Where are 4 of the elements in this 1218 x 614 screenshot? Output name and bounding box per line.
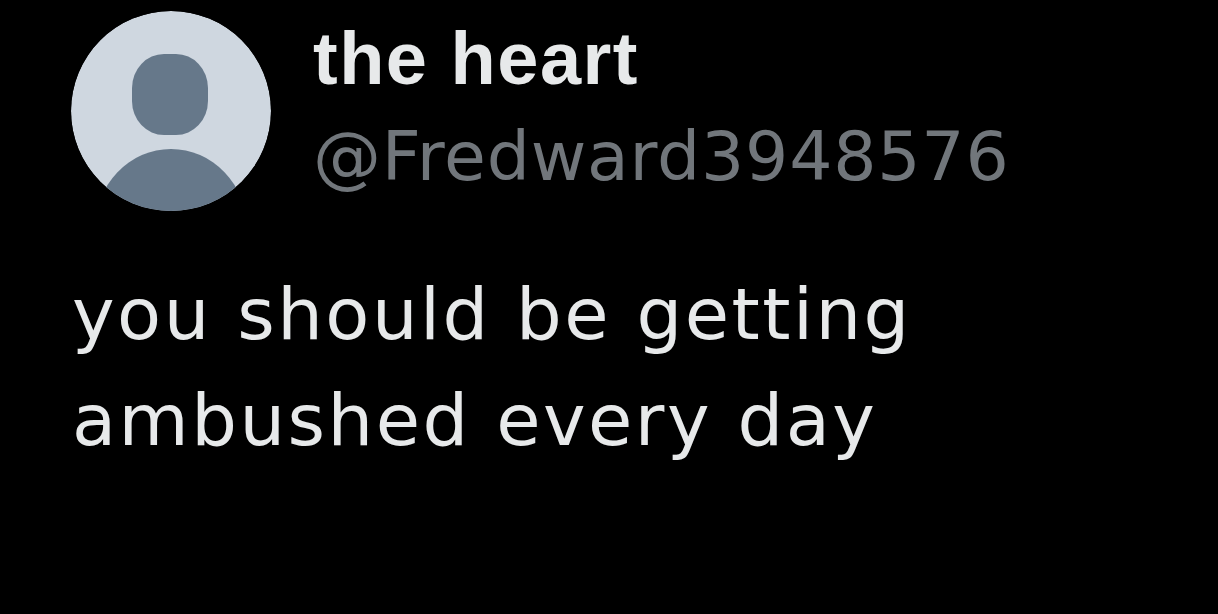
avatar-silhouette-icon [71,11,271,211]
tweet-text: you should be getting ambushed every day [72,271,913,464]
user-handle: @Fredward3948576 [313,116,1010,198]
display-name: the heart [313,17,640,101]
